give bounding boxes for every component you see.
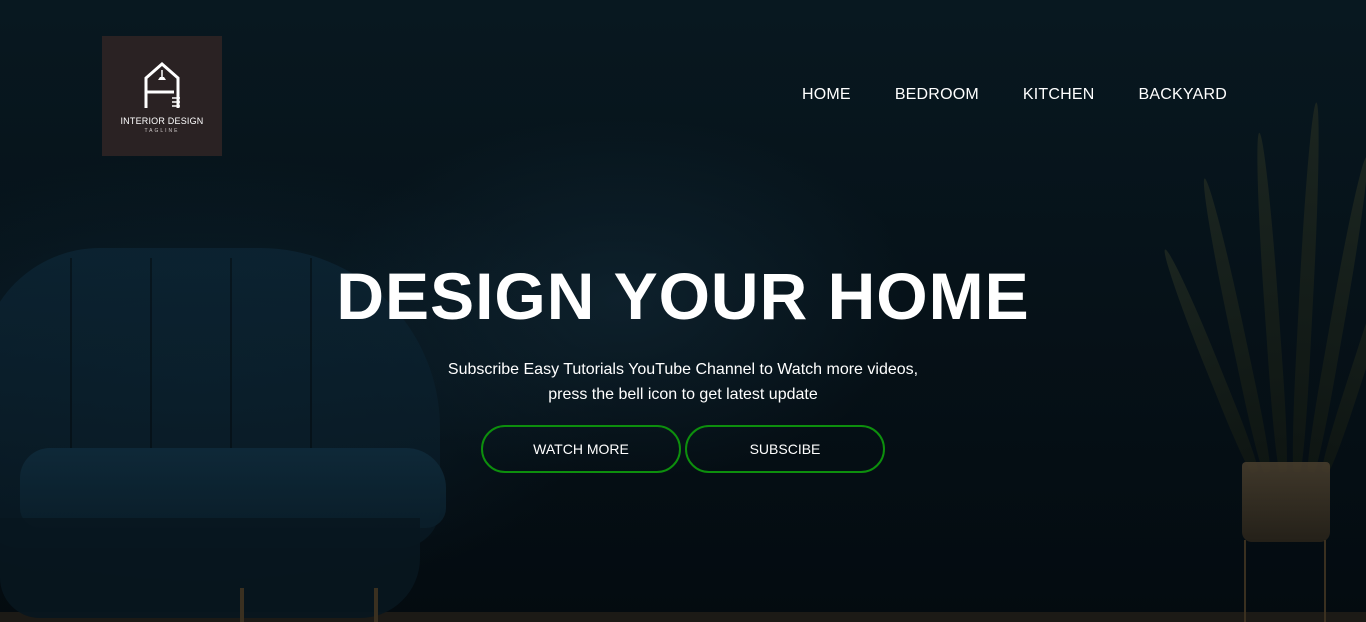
nav-link-home[interactable]: HOME <box>802 86 851 104</box>
hero-title: DESIGN YOUR HOME <box>336 259 1030 333</box>
nav-link-bedroom[interactable]: BEDROOM <box>895 86 979 104</box>
nav-link-backyard[interactable]: BACKYARD <box>1139 86 1227 104</box>
main-nav: HOME BEDROOM KITCHEN BACKYARD <box>802 86 1227 104</box>
hero-subtitle: Subscribe Easy Tutorials YouTube Channel… <box>0 357 1366 407</box>
logo[interactable]: INTERIOR DESIGN TAGLINE <box>102 36 222 156</box>
hero-subtitle-line-2: press the bell icon to get latest update <box>548 386 818 403</box>
house-logo-icon <box>144 62 180 108</box>
watch-more-button[interactable]: WATCH MORE <box>481 425 681 473</box>
plant-image <box>1158 60 1366 622</box>
logo-tagline: TAGLINE <box>144 128 180 134</box>
hero-subtitle-line-1: Subscribe Easy Tutorials YouTube Channel… <box>447 361 919 378</box>
hero-buttons: WATCH MORE SUBSCIBE <box>481 425 889 473</box>
subscribe-button[interactable]: SUBSCIBE <box>685 425 885 473</box>
logo-name: INTERIOR DESIGN <box>120 116 204 126</box>
nav-link-kitchen[interactable]: KITCHEN <box>1023 86 1095 104</box>
